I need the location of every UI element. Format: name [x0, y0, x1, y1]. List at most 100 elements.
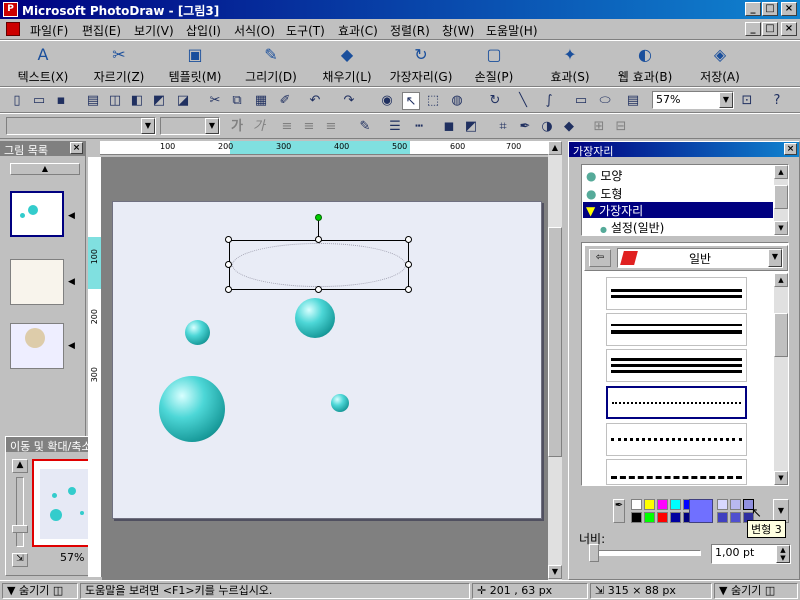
color-swatch[interactable]	[730, 512, 741, 523]
doc-minimize-button[interactable]: _	[745, 22, 761, 36]
vertical-scrollbar[interactable]: ▼	[548, 155, 562, 580]
zoom-select[interactable]: 57% ▼	[652, 91, 734, 109]
picture-thumbnail[interactable]	[10, 259, 64, 305]
font-name-select[interactable]: ▼	[6, 117, 156, 135]
ungroup-icon[interactable]: ⊟	[612, 118, 630, 136]
menu-window[interactable]: 창(W)	[442, 22, 474, 39]
zoom-in-icon[interactable]: ▲	[12, 459, 28, 473]
menu-effects[interactable]: 효과(C)	[338, 22, 378, 39]
touchup-button[interactable]: ▢ 손질(P)	[464, 43, 524, 85]
tree-item-settings[interactable]: ● 설정(일반)	[600, 219, 664, 236]
line-icon[interactable]: ╲	[514, 92, 532, 110]
format-painter-icon[interactable]: ✐	[276, 92, 294, 110]
cut-icon[interactable]: ✂	[206, 92, 224, 110]
fill-button[interactable]: ◆ 채우기(L)	[314, 43, 380, 85]
edge-style-item[interactable]	[606, 349, 747, 382]
gallery-scrollbar[interactable]: ▲ ▼	[774, 273, 788, 485]
copy-icon[interactable]: ⧉	[228, 92, 246, 110]
digital-camera-icon[interactable]: ◪	[174, 92, 192, 110]
color-swatch[interactable]	[644, 512, 655, 523]
menu-file[interactable]: 파일(F)	[30, 22, 68, 39]
resize-handle[interactable]	[225, 286, 232, 293]
document-icon[interactable]	[6, 22, 20, 36]
draw-button[interactable]: ✎ 그리기(D)	[238, 43, 304, 85]
edge-style-item[interactable]	[606, 459, 747, 485]
align-right-icon[interactable]: ≡	[322, 118, 340, 136]
ellipse-icon[interactable]: ⬭	[596, 92, 614, 110]
rectangle-icon[interactable]: ▭	[572, 92, 590, 110]
sphere-medium[interactable]	[295, 298, 335, 338]
scrollbar-thumb[interactable]	[548, 227, 562, 457]
close-icon[interactable]: ×	[70, 142, 83, 154]
doc-restore-button[interactable]: □	[762, 22, 778, 36]
menu-help[interactable]: 도움말(H)	[486, 22, 538, 39]
menu-format[interactable]: 서식(O)	[234, 22, 275, 39]
fill-bucket-icon[interactable]: ◍	[448, 92, 466, 110]
color-icon[interactable]: ◆	[560, 118, 578, 136]
hide-left-toggle[interactable]: ▼ 숨기기 ◫	[2, 583, 78, 599]
tree-scrollbar[interactable]: ▲ ▼	[774, 165, 788, 235]
3d-icon[interactable]: ◩	[462, 118, 480, 136]
pointer-icon[interactable]: ↖	[402, 92, 420, 110]
undo-icon[interactable]: ↶	[306, 92, 324, 110]
resize-handle[interactable]	[315, 236, 322, 243]
edge-style-item[interactable]	[606, 423, 747, 456]
zoom-out-icon[interactable]: ⇲	[12, 553, 28, 567]
color-swatch[interactable]	[631, 512, 642, 523]
scroll-up-button[interactable]: ▲	[10, 163, 80, 175]
minimize-button[interactable]: _	[745, 2, 761, 16]
line-color-icon[interactable]: ✎	[356, 118, 374, 136]
crop-button[interactable]: ✂ 자르기(Z)	[86, 43, 152, 85]
eyedropper-icon[interactable]: ✒	[613, 499, 625, 523]
resize-handle[interactable]	[225, 261, 232, 268]
paste-icon[interactable]: ▦	[252, 92, 270, 110]
italic-button[interactable]: 가	[250, 118, 268, 136]
width-slider-thumb[interactable]	[589, 544, 599, 562]
close-button[interactable]: ×	[781, 2, 797, 16]
picture-thumbnail[interactable]	[10, 191, 64, 237]
align-left-icon[interactable]: ≡	[278, 118, 296, 136]
save-icon[interactable]: ▪	[52, 92, 70, 110]
color-swatch[interactable]	[631, 499, 642, 510]
color-swatch[interactable]	[717, 499, 728, 510]
scroll-up-button[interactable]: ▲	[548, 141, 562, 155]
web-icon[interactable]: ◉	[378, 92, 396, 110]
scroll-down-button[interactable]: ▼	[548, 565, 562, 579]
resize-handle[interactable]	[225, 236, 232, 243]
photodraw-icon[interactable]: P	[3, 2, 18, 17]
color-swatch[interactable]	[657, 512, 668, 523]
template-button[interactable]: ▣ 템플릿(M)	[162, 43, 228, 85]
resize-handle[interactable]	[405, 261, 412, 268]
edge-style-item-selected[interactable]	[606, 386, 747, 419]
color-swatch[interactable]	[717, 512, 728, 523]
hide-right-toggle[interactable]: ▼ 숨기기 ◫	[714, 583, 798, 599]
color-swatch[interactable]	[670, 512, 681, 523]
scan-icon[interactable]: ◧	[128, 92, 146, 110]
zoom-slider-thumb[interactable]	[12, 525, 28, 533]
color-swatch[interactable]	[644, 499, 655, 510]
redo-icon[interactable]: ↷	[340, 92, 358, 110]
sphere-large[interactable]	[159, 376, 225, 442]
current-color-swatch[interactable]	[689, 499, 713, 523]
close-icon[interactable]: ×	[784, 143, 797, 155]
menu-arrange[interactable]: 정렬(R)	[390, 22, 430, 39]
camera-icon[interactable]: ◩	[150, 92, 168, 110]
maximize-button[interactable]: □	[762, 2, 778, 16]
bold-button[interactable]: 가	[228, 118, 246, 136]
save-wizard-button[interactable]: ◈ 저장(A)	[690, 43, 750, 85]
shadow-icon[interactable]: ◼	[440, 118, 458, 136]
category-select[interactable]: 일반 ▼	[617, 248, 783, 268]
menu-edit[interactable]: 편집(E)	[82, 22, 121, 39]
effects-button[interactable]: ✦ 효과(S)	[540, 43, 600, 85]
print-preview-icon[interactable]: ◫	[106, 92, 124, 110]
rotate-handle[interactable]	[315, 214, 322, 221]
sphere-tiny[interactable]	[331, 394, 349, 412]
print-icon[interactable]: ▤	[84, 92, 102, 110]
brightness-icon[interactable]: ◑	[538, 118, 556, 136]
resize-handle[interactable]	[315, 286, 322, 293]
ellipse-shape[interactable]	[232, 243, 406, 287]
line-weight-icon[interactable]: ☰	[386, 118, 404, 136]
menu-insert[interactable]: 삽입(I)	[186, 22, 221, 39]
menu-view[interactable]: 보기(V)	[134, 22, 174, 39]
tree-item-shape[interactable]: ● 모양	[586, 167, 622, 184]
